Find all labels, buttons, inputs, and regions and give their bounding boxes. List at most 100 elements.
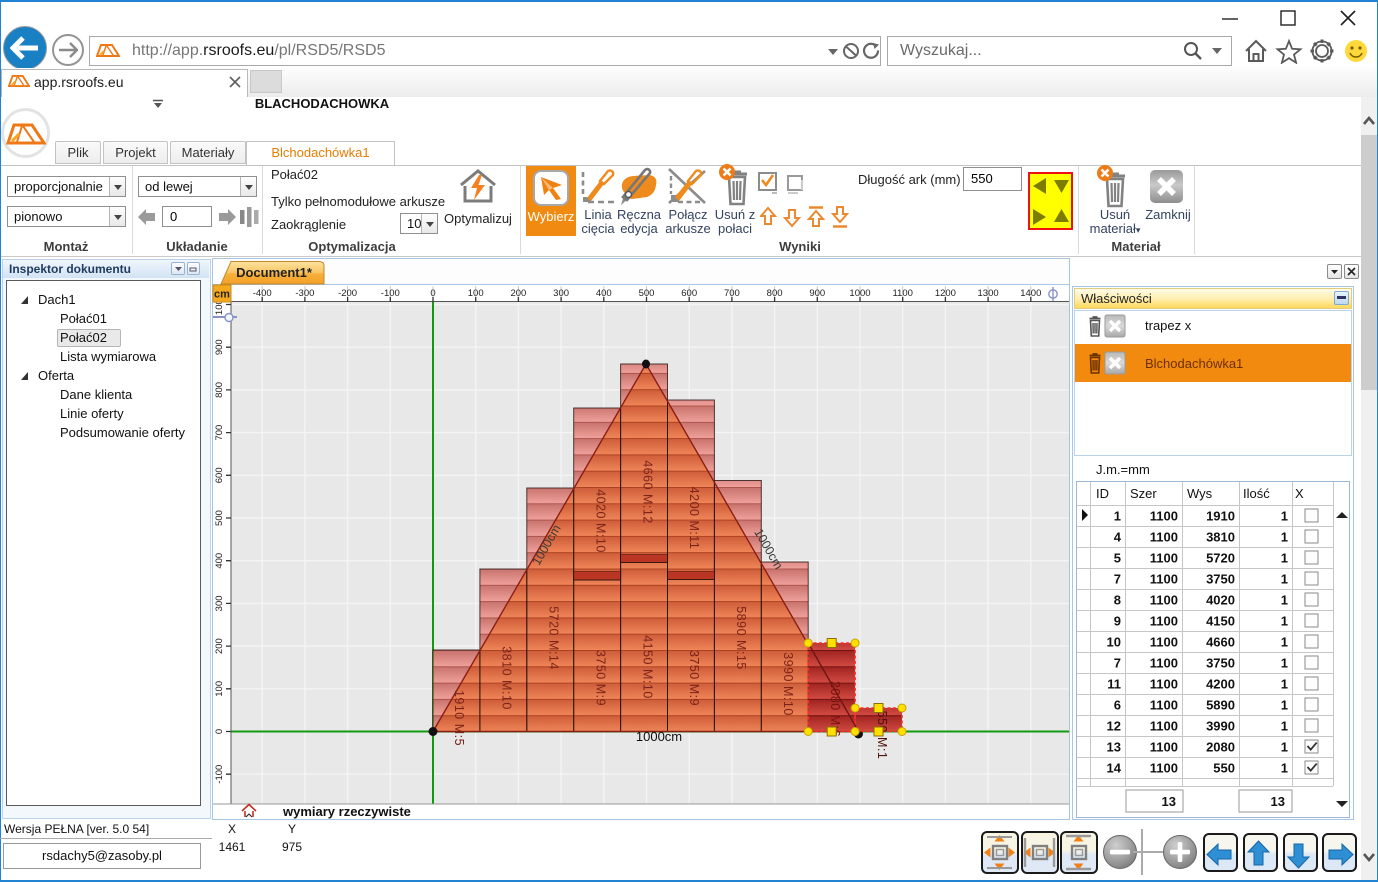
svg-text:5890 M:15: 5890 M:15 [734,606,748,670]
svg-text:6: 6 [1114,698,1121,713]
svg-text:1: 1 [1281,509,1288,524]
svg-text:-100: -100 [214,765,225,784]
svg-text:1100: 1100 [1150,656,1178,671]
svg-text:1910 M:5: 1910 M:5 [452,690,466,746]
svg-text:1100: 1100 [1150,614,1178,629]
svg-text:1100: 1100 [892,288,912,299]
svg-text:3810 M:10: 3810 M:10 [500,646,514,710]
svg-text:700: 700 [724,288,740,299]
svg-text:4020 M:10: 4020 M:10 [593,489,607,553]
svg-text:0: 0 [430,288,435,299]
svg-text:3990: 3990 [1206,719,1235,734]
svg-text:1: 1 [1281,761,1288,776]
svg-text:3750: 3750 [1206,656,1235,671]
svg-text:5720 M:14: 5720 M:14 [547,606,561,670]
svg-text:1: 1 [1281,740,1288,755]
svg-text:1100: 1100 [1150,677,1178,692]
svg-text:X: X [1295,486,1304,501]
svg-text:4660: 4660 [1206,635,1235,650]
svg-text:-100: -100 [381,288,400,299]
svg-text:1: 1 [1114,509,1121,524]
svg-text:Wys: Wys [1187,486,1213,501]
svg-text:1100: 1100 [1150,635,1178,650]
svg-text:Ilość: Ilość [1243,486,1270,501]
svg-text:600: 600 [681,288,697,299]
svg-text:7: 7 [1114,656,1121,671]
svg-text:100: 100 [468,288,484,299]
svg-text:1100: 1100 [1150,572,1178,587]
svg-text:-300: -300 [295,288,314,299]
svg-text:1100: 1100 [1150,509,1178,524]
svg-text:3750: 3750 [1206,572,1235,587]
svg-text:12: 12 [1107,719,1121,734]
svg-text:1: 1 [1281,572,1288,587]
svg-text:800: 800 [767,288,783,299]
svg-text:1100: 1100 [1150,761,1178,776]
svg-text:1: 1 [1281,635,1288,650]
svg-text:3750 M:9: 3750 M:9 [687,650,701,706]
svg-text:1000: 1000 [849,288,870,299]
svg-text:700: 700 [214,425,225,441]
svg-text:1: 1 [1281,593,1288,608]
svg-text:4020: 4020 [1206,593,1235,608]
svg-text:200: 200 [214,638,225,654]
svg-text:1400: 1400 [1020,288,1041,299]
svg-text:Document1*: Document1* [236,265,313,280]
svg-text:1100: 1100 [1150,551,1178,566]
svg-text:500: 500 [639,288,655,299]
svg-text:1910: 1910 [1206,509,1235,524]
svg-text:600: 600 [214,467,225,483]
svg-text:ID: ID [1096,486,1109,501]
svg-text:-200: -200 [338,288,357,299]
svg-text:900: 900 [214,339,225,355]
svg-text:3990 M:10: 3990 M:10 [781,652,795,716]
svg-text:1100: 1100 [1150,593,1178,608]
svg-text:4150 M:10: 4150 M:10 [640,635,654,699]
svg-text:1100: 1100 [1150,719,1178,734]
svg-text:9: 9 [1114,614,1121,629]
svg-text:200: 200 [510,288,526,299]
svg-text:1: 1 [1281,614,1288,629]
svg-text:13: 13 [1107,740,1121,755]
svg-text:13: 13 [1271,794,1285,809]
svg-text:13: 13 [1162,794,1176,809]
svg-text:cm: cm [214,289,230,301]
svg-text:1100: 1100 [1150,698,1178,713]
svg-text:-400: -400 [253,288,272,299]
svg-text:1: 1 [1281,551,1288,566]
svg-text:1: 1 [1281,530,1288,545]
svg-text:100: 100 [214,681,225,697]
svg-text:wymiary rzeczywiste: wymiary rzeczywiste [282,804,411,819]
svg-text:5720: 5720 [1206,551,1235,566]
svg-text:3750 M:9: 3750 M:9 [593,650,607,706]
svg-text:11: 11 [1107,677,1121,692]
svg-text:300: 300 [214,595,225,611]
svg-text:8: 8 [1114,593,1121,608]
svg-text:1100: 1100 [1150,530,1178,545]
svg-text:4150: 4150 [1206,614,1235,629]
svg-text:400: 400 [596,288,612,299]
svg-text:500: 500 [214,510,225,526]
svg-text:4: 4 [1114,530,1122,545]
svg-text:400: 400 [214,553,225,569]
svg-text:800: 800 [214,382,225,398]
svg-text:1300: 1300 [978,288,999,299]
svg-text:2080: 2080 [1206,740,1235,755]
svg-text:1: 1 [1281,719,1288,734]
svg-text:4660 M:12: 4660 M:12 [640,460,654,524]
svg-text:10: 10 [1107,635,1121,650]
svg-text:4200: 4200 [1206,677,1235,692]
svg-text:300: 300 [553,288,569,299]
svg-text:4200 M:11: 4200 M:11 [687,487,701,550]
svg-text:7: 7 [1114,572,1121,587]
svg-text:1200: 1200 [935,288,956,299]
svg-text:5890: 5890 [1206,698,1235,713]
svg-text:0: 0 [214,729,225,734]
svg-text:Szer: Szer [1130,486,1157,501]
svg-text:1000cm: 1000cm [636,729,682,744]
svg-text:1: 1 [1281,698,1288,713]
svg-text:14: 14 [1107,761,1122,776]
svg-text:900: 900 [809,288,825,299]
svg-text:1: 1 [1281,677,1288,692]
svg-text:3810: 3810 [1206,530,1235,545]
